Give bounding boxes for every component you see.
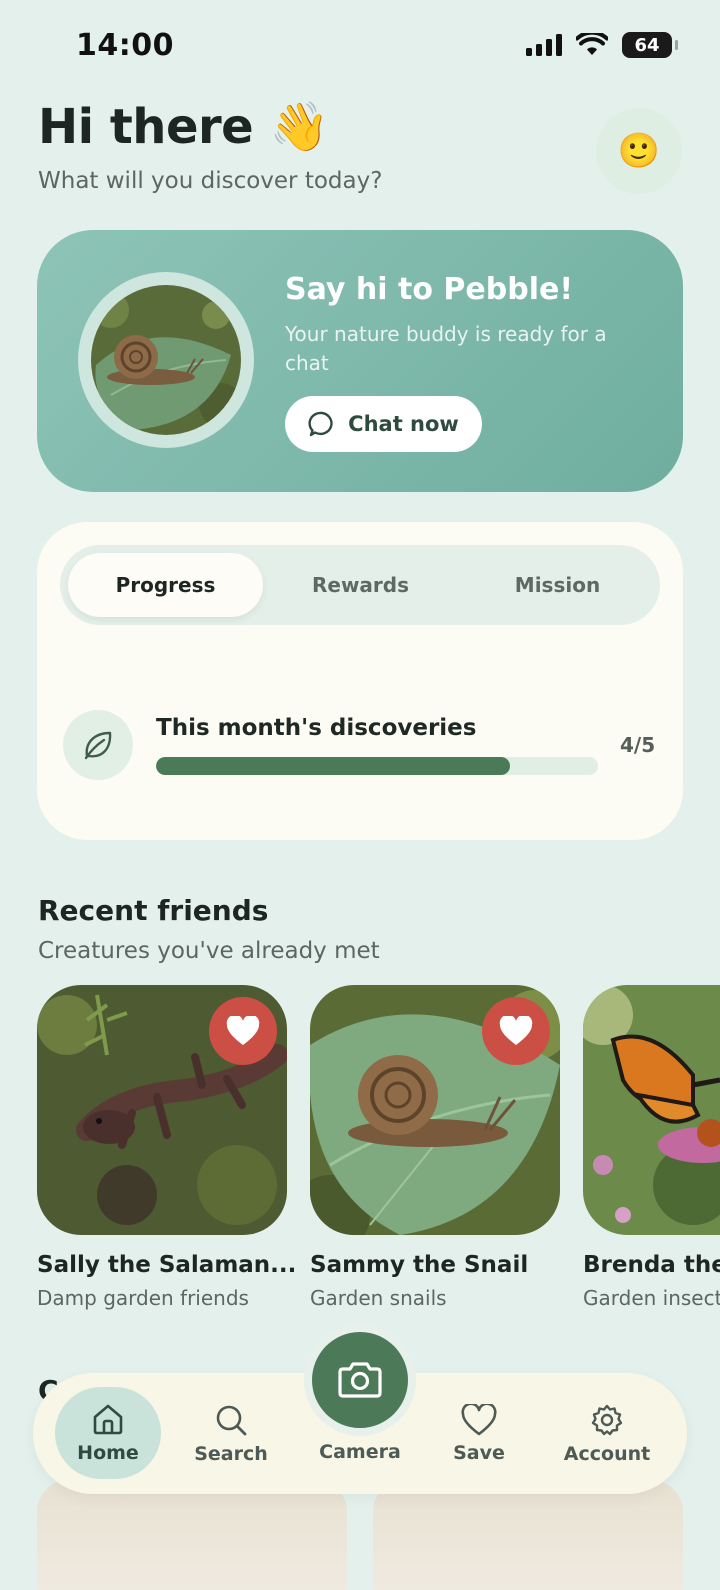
cellular-signal-icon — [526, 34, 562, 56]
leaf-badge — [63, 710, 133, 780]
chat-now-label: Chat now — [348, 412, 459, 436]
pebble-description: Your nature buddy is ready for a chat — [285, 322, 607, 375]
pebble-title: Say hi to Pebble! — [285, 272, 574, 307]
friend-subtitle: Garden snails — [310, 1286, 447, 1310]
tab-rewards[interactable]: Rewards — [263, 553, 458, 617]
profile-avatar-button[interactable]: 🙂 — [596, 108, 682, 194]
nav-save[interactable]: Save — [433, 1373, 525, 1494]
camera-button[interactable] — [312, 1332, 408, 1428]
search-icon — [216, 1405, 247, 1435]
next-section-card[interactable] — [37, 1480, 347, 1590]
nav-save-label: Save — [453, 1441, 505, 1464]
recent-friends-title: Recent friends — [38, 894, 269, 927]
favorite-button[interactable] — [482, 997, 550, 1065]
friend-subtitle: Garden insects — [583, 1286, 720, 1310]
battery-indicator: 64 — [622, 32, 678, 58]
friend-subtitle: Damp garden friends — [37, 1286, 249, 1310]
nav-camera-label: Camera — [319, 1441, 401, 1463]
nav-search[interactable]: Search — [183, 1373, 279, 1494]
next-section-card[interactable] — [373, 1480, 683, 1590]
tab-progress[interactable]: Progress — [68, 553, 263, 617]
butterfly-photo — [583, 985, 720, 1235]
greeting-subtitle: What will you discover today? — [38, 168, 383, 194]
leaf-icon — [84, 731, 112, 760]
favorite-button[interactable] — [209, 997, 277, 1065]
pebble-snail-image — [91, 285, 241, 435]
friend-name: Brenda the — [583, 1252, 720, 1278]
progress-tab-bar: Progress Rewards Mission — [60, 545, 660, 625]
friend-card-snail[interactable] — [310, 985, 560, 1235]
discoveries-title: This month's discoveries — [156, 715, 477, 741]
nav-home-label: Home — [77, 1442, 139, 1464]
discoveries-progress-bar — [156, 757, 598, 775]
nav-account[interactable]: Account — [553, 1373, 661, 1494]
chat-now-button[interactable]: Chat now — [285, 396, 482, 452]
gear-icon — [591, 1404, 623, 1435]
chat-bubble-icon — [308, 411, 333, 437]
nav-home[interactable]: Home — [55, 1387, 161, 1479]
friend-name: Sammy the Snail — [310, 1252, 529, 1278]
discoveries-progress-fill — [156, 757, 510, 775]
heart-filled-icon — [226, 1016, 260, 1045]
friend-card-butterfly[interactable] — [583, 985, 720, 1235]
status-time: 14:00 — [76, 28, 174, 63]
discoveries-count: 4/5 — [620, 733, 656, 757]
friend-card-salamander[interactable] — [37, 985, 287, 1235]
greeting-title: Hi there 👋 — [38, 99, 329, 155]
heart-outline-icon — [461, 1403, 497, 1435]
heart-filled-icon — [499, 1016, 533, 1045]
home-icon — [93, 1404, 123, 1435]
wifi-icon — [576, 33, 608, 55]
status-icons: 64 — [526, 32, 678, 58]
tab-mission[interactable]: Mission — [460, 553, 655, 617]
nav-account-label: Account — [563, 1442, 651, 1465]
camera-icon — [338, 1362, 382, 1398]
nav-search-label: Search — [194, 1442, 268, 1465]
friend-name: Sally the Salaman... — [37, 1252, 297, 1278]
recent-friends-subtitle: Creatures you've already met — [38, 938, 380, 964]
